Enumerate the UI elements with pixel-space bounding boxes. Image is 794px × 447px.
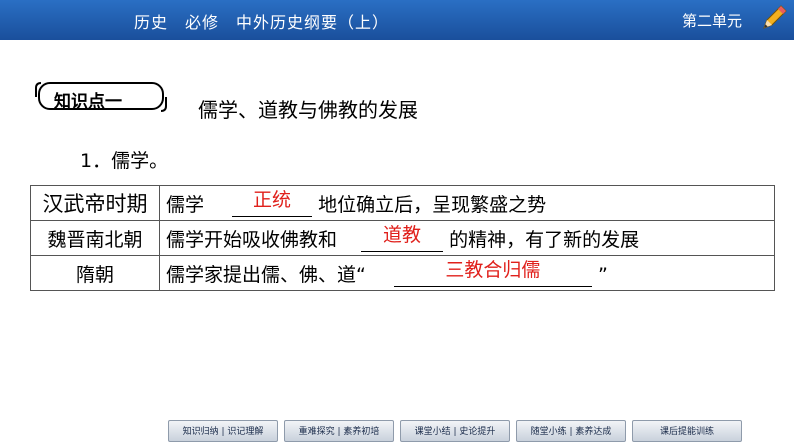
content-text: 儒学 [166,193,205,216]
table-row: 汉武帝时期 儒学 正统 地位确立后，呈现繁盛之势 [30,185,775,221]
bottom-nav: 知识归纳 | 识记理解 重难探究 | 素养初培 课堂小结 | 史论提升 随堂小练… [0,416,794,447]
confucianism-table: 汉武帝时期 儒学 正统 地位确立后，呈现繁盛之势 魏晋南北朝 儒学开始吸收佛教和… [30,185,775,291]
unit-label: 第二单元 [682,12,743,30]
answer-blank: 三教合归儒 [393,259,592,287]
knowledge-point-box: 知识点一 [38,82,164,112]
content-text: 儒学家提出儒、佛、道“ [166,263,366,286]
content-text: 地位确立后，呈现繁盛之势 [318,193,547,216]
table-row: 魏晋南北朝 儒学开始吸收佛教和 道教 的精神，有了新的发展 [30,220,775,256]
nav-key-inquiry[interactable]: 重难探究 | 素养初培 [284,420,394,442]
content-cell: 儒学家提出儒、佛、道“ 三教合归儒 ” [159,255,775,291]
table-row: 隋朝 儒学家提出儒、佛、道“ 三教合归儒 ” [30,255,775,291]
period-cell: 汉武帝时期 [30,185,160,221]
content-text: 儒学开始吸收佛教和 [166,228,338,251]
period-cell: 魏晋南北朝 [30,220,160,256]
knowledge-point-label: 知识点一 [54,92,122,112]
answer-text: 道教 [383,223,422,246]
knowledge-point-title: 儒学、道教与佛教的发展 [198,98,418,122]
header-bar: 历史 必修 中外历史纲要（上） 第二单元 [0,0,794,40]
period-cell: 隋朝 [30,255,160,291]
answer-text: 三教合归儒 [445,258,541,281]
answer-blank: 道教 [361,224,444,252]
nav-class-summary[interactable]: 课堂小结 | 史论提升 [400,420,510,442]
content-cell: 儒学开始吸收佛教和 道教 的精神，有了新的发展 [159,220,775,256]
knowledge-point-badge: 知识点一 [34,82,168,112]
answer-blank: 正统 [232,189,313,217]
nav-after-class-training[interactable]: 课后提能训练 [632,420,742,442]
nav-class-practice[interactable]: 随堂小练 | 素养达成 [516,420,626,442]
pencil-icon [763,5,787,29]
nav-knowledge-summary[interactable]: 知识归纳 | 识记理解 [168,420,278,442]
section-heading: 1．儒学。 [80,150,169,172]
content-cell: 儒学 正统 地位确立后，呈现繁盛之势 [159,185,775,221]
content-text: ” [597,263,608,286]
content-text: 的精神，有了新的发展 [449,228,640,251]
answer-text: 正统 [253,188,292,211]
header-title: 历史 必修 中外历史纲要（上） [134,13,390,32]
